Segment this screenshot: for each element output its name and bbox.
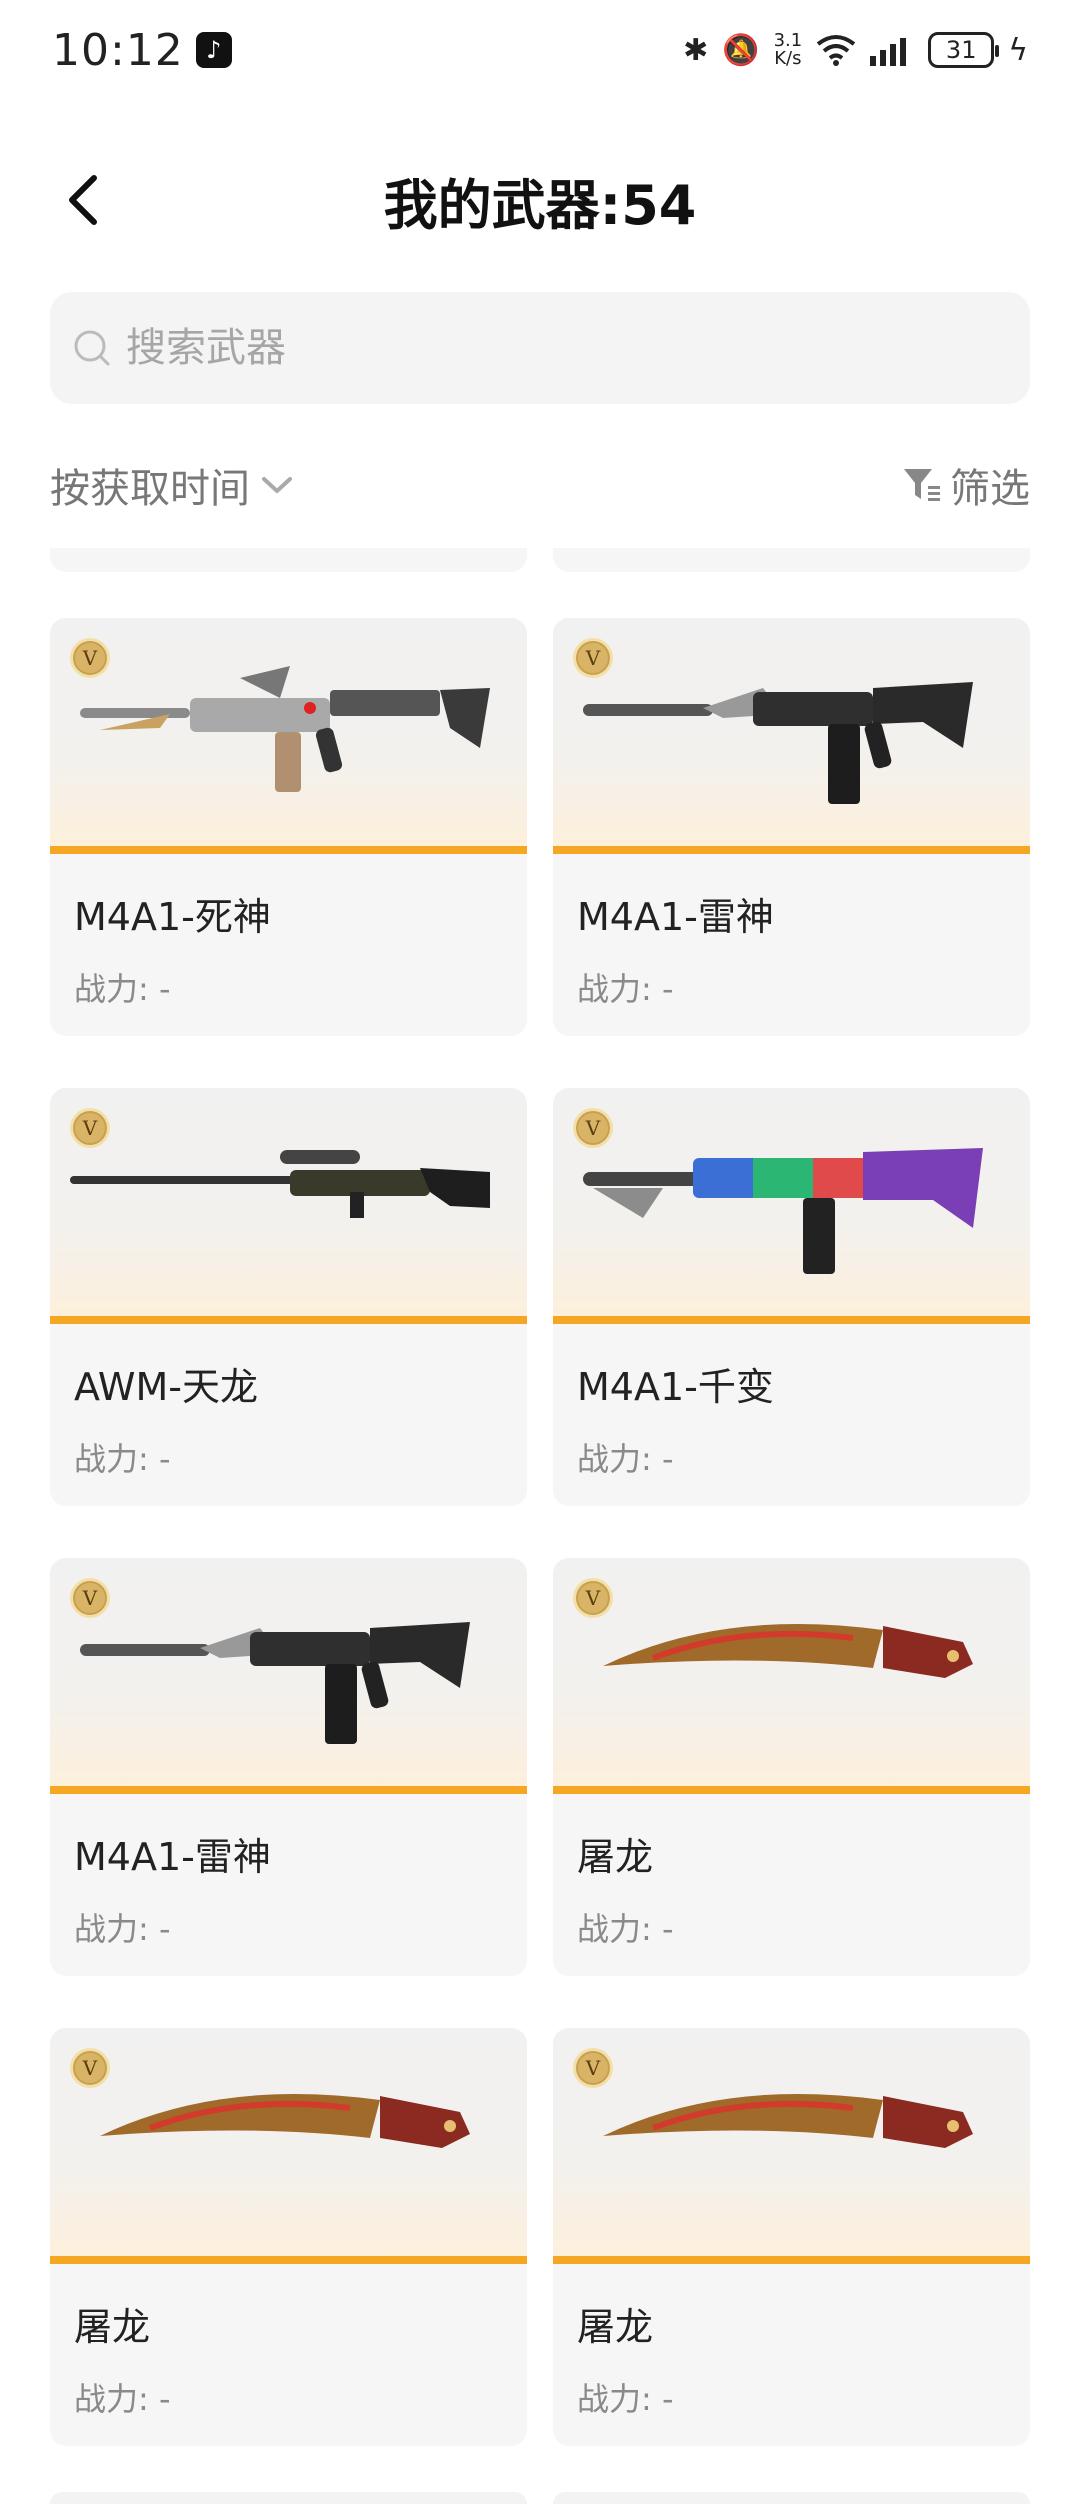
weapon-card[interactable]: V 屠龙 战力: - — [50, 2028, 527, 2446]
weapon-power: 战力: - — [74, 1910, 171, 1948]
v-badge-icon: V — [70, 638, 110, 678]
tiktok-icon: ♪ — [195, 32, 232, 68]
network-speed-unit: K/s — [774, 48, 802, 69]
weapon-name: M4A1-千变 — [577, 1365, 774, 1409]
partial-row-bottom — [50, 2492, 1030, 2504]
filter-button[interactable]: 筛选 — [902, 456, 1030, 514]
back-button[interactable] — [58, 175, 106, 225]
sort-label: 按获取时间 — [50, 466, 250, 512]
v-badge-icon: V — [573, 1108, 613, 1148]
rifle-black-image — [80, 1622, 470, 1744]
battery-level: 31 — [945, 36, 977, 64]
weapon-name: AWM-天龙 — [74, 1365, 258, 1409]
v-badge-icon: V — [573, 1578, 613, 1618]
weapon-card[interactable]: V M4A1-死神 战力: - — [50, 618, 527, 1036]
network-speed: 3.1 K/s — [774, 32, 803, 68]
knife-image — [603, 2093, 973, 2148]
v-badge-icon: V — [573, 638, 613, 678]
page-title: 我的武器:54 — [383, 173, 697, 237]
grid-row: V M4A1-死神 战力: - V M4A1-雷神 战力: - — [50, 618, 1030, 1036]
weapon-name: M4A1-雷神 — [577, 895, 774, 939]
chevron-left-icon — [69, 175, 97, 225]
weapon-card[interactable]: V 屠龙 战力: - — [553, 1558, 1030, 1976]
weapon-power: 战力: - — [577, 2380, 674, 2418]
filter-icon — [904, 469, 940, 501]
weapon-name: 屠龙 — [577, 1835, 654, 1879]
rifle-rainbow-image — [583, 1148, 983, 1274]
search-icon — [74, 330, 110, 366]
weapon-power: 战力: - — [74, 970, 171, 1008]
weapon-power: 战力: - — [577, 1440, 674, 1478]
filter-label: 筛选 — [950, 466, 1030, 512]
weapon-power: 战力: - — [577, 1910, 674, 1948]
weapon-power: 战力: - — [577, 970, 674, 1008]
weapon-card[interactable]: V M4A1-千变 战力: - — [553, 1088, 1030, 1506]
weapon-image-area: V — [553, 618, 1030, 854]
weapon-card[interactable]: V M4A1-雷神 战力: - — [553, 618, 1030, 1036]
charging-icon: ϟ — [1008, 32, 1028, 68]
card-partial — [553, 548, 1030, 572]
weapon-card[interactable]: V AWM-天龙 战力: - — [50, 1088, 527, 1506]
weapon-name: M4A1-死神 — [74, 895, 271, 939]
knife-image — [603, 1623, 973, 1678]
partial-row-top — [50, 548, 1030, 572]
wifi-icon — [816, 35, 856, 66]
v-badge-icon: V — [70, 2048, 110, 2088]
weapon-power: 战力: - — [74, 2380, 171, 2418]
sort-dropdown[interactable]: 按获取时间 — [50, 456, 294, 514]
grid-row: V M4A1-雷神 战力: - V 屠龙 战力: - — [50, 1558, 1030, 1976]
weapon-name: 屠龙 — [577, 2305, 654, 2349]
card-partial — [50, 2492, 527, 2504]
card-partial — [553, 2492, 1030, 2504]
v-badge-icon: V — [70, 1108, 110, 1148]
status-right: ✱ 🔕 3.1 K/s 31 ϟ — [683, 32, 1028, 68]
weapon-image-area: V — [553, 2028, 1030, 2264]
rifle-silver-image — [80, 666, 490, 792]
battery-icon: 31 — [928, 32, 1000, 68]
weapon-grid: V M4A1-死神 战力: - V M4A1-雷神 战力: - V AWM-天龙… — [50, 548, 1030, 2498]
weapon-card[interactable]: V 屠龙 战力: - — [553, 2028, 1030, 2446]
sort-filter-bar: 按获取时间 筛选 — [50, 452, 1030, 518]
weapon-image-area: V — [553, 1088, 1030, 1324]
weapon-image-area: V — [50, 1558, 527, 1794]
status-time: 10:12 — [52, 24, 184, 76]
status-left: 10:12 ♪ — [52, 25, 232, 76]
mute-icon: 🔕 — [722, 32, 760, 68]
weapon-image-area: V — [50, 2028, 527, 2264]
v-badge-icon: V — [70, 1578, 110, 1618]
weapon-name: M4A1-雷神 — [74, 1835, 271, 1879]
status-bar: 10:12 ♪ ✱ 🔕 3.1 K/s 31 ϟ — [0, 0, 1080, 100]
header: 我的武器:54 — [0, 140, 1080, 260]
grid-row: V AWM-天龙 战力: - V M4A1-千变 战力: - — [50, 1088, 1030, 1506]
weapon-image-area: V — [50, 1088, 527, 1324]
bluetooth-icon: ✱ — [683, 32, 709, 68]
weapon-image-area: V — [553, 1558, 1030, 1794]
v-badge-icon: V — [573, 2048, 613, 2088]
knife-image — [100, 2093, 470, 2148]
search-input[interactable] — [126, 325, 986, 371]
search-bar[interactable] — [50, 292, 1030, 404]
rifle-black-image — [583, 682, 973, 804]
signal-icon — [870, 38, 907, 66]
weapon-power: 战力: - — [74, 1440, 171, 1478]
card-partial — [50, 548, 527, 572]
grid-row: V 屠龙 战力: - V 屠龙 战力: - — [50, 2028, 1030, 2446]
sniper-image — [70, 1150, 490, 1218]
weapon-card[interactable]: V M4A1-雷神 战力: - — [50, 1558, 527, 1976]
weapon-name: 屠龙 — [74, 2305, 151, 2349]
chevron-down-icon — [262, 477, 292, 493]
weapon-image-area: V — [50, 618, 527, 854]
